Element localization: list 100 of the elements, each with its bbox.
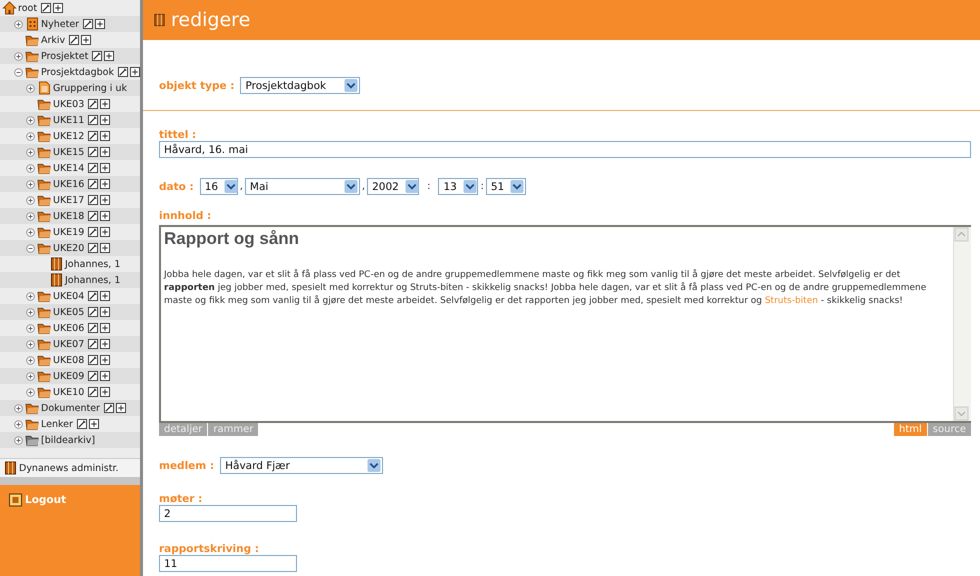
tree-item[interactable]: UKE15 (53, 146, 84, 158)
add-icon[interactable] (100, 339, 110, 349)
tree-item[interactable]: UKE03 (53, 98, 84, 110)
day-select[interactable]: 16 (200, 178, 238, 195)
edit-icon[interactable] (88, 99, 98, 109)
edit-icon[interactable] (88, 131, 98, 141)
edit-icon[interactable] (88, 227, 98, 237)
edit-icon[interactable] (76, 419, 87, 429)
collapse-icon[interactable] (26, 244, 35, 252)
expand-icon[interactable] (14, 20, 23, 28)
tree-item[interactable]: UKE17 (53, 194, 84, 206)
object-type-select[interactable]: Prosjektdagbok (240, 77, 360, 94)
tree-item[interactable]: UKE12 (53, 130, 84, 142)
hour-select[interactable]: 13 (438, 178, 478, 195)
expand-icon[interactable] (26, 292, 35, 300)
tree-item[interactable]: UKE06 (53, 322, 84, 334)
add-icon[interactable] (100, 99, 110, 109)
tree-item[interactable]: UKE08 (53, 354, 84, 366)
edit-icon[interactable] (41, 3, 52, 13)
edit-icon[interactable] (88, 291, 98, 301)
edit-icon[interactable] (88, 355, 98, 365)
year-select[interactable]: 2002 (367, 178, 420, 195)
expand-icon[interactable] (14, 420, 23, 428)
expand-icon[interactable] (26, 356, 35, 364)
add-icon[interactable] (100, 307, 110, 317)
add-icon[interactable] (100, 179, 110, 189)
add-icon[interactable] (100, 387, 110, 397)
add-icon[interactable] (104, 51, 114, 61)
tree-item[interactable]: UKE05 (53, 306, 84, 318)
tree-item[interactable]: UKE10 (53, 386, 84, 398)
expand-icon[interactable] (26, 388, 35, 396)
expand-icon[interactable] (26, 84, 35, 92)
add-icon[interactable] (88, 419, 99, 429)
edit-icon[interactable] (104, 403, 114, 413)
add-icon[interactable] (100, 115, 110, 125)
tree-item[interactable]: UKE04 (53, 290, 84, 302)
expand-icon[interactable] (26, 180, 35, 188)
add-icon[interactable] (81, 35, 92, 45)
add-icon[interactable] (130, 67, 140, 77)
edit-icon[interactable] (83, 19, 94, 29)
add-icon[interactable] (100, 323, 110, 333)
tree-item[interactable]: Nyheter (41, 18, 80, 30)
add-icon[interactable] (116, 403, 126, 413)
tree-item[interactable]: Arkiv (41, 34, 66, 46)
add-icon[interactable] (100, 131, 110, 141)
add-icon[interactable] (100, 163, 110, 173)
tree-item[interactable]: UKE20 (53, 242, 84, 254)
collapse-icon[interactable] (14, 68, 23, 76)
member-select[interactable]: Håvard Fjær (220, 457, 384, 474)
report-writing-field[interactable]: 11 (159, 555, 297, 572)
tree-item[interactable]: UKE09 (53, 370, 84, 382)
edit-icon[interactable] (88, 339, 98, 349)
add-icon[interactable] (100, 291, 110, 301)
edit-icon[interactable] (88, 115, 98, 125)
tree-item[interactable]: UKE16 (53, 178, 84, 190)
meetings-field[interactable]: 2 (159, 505, 297, 522)
edit-icon[interactable] (88, 211, 98, 221)
edit-icon[interactable] (69, 35, 80, 45)
edit-icon[interactable] (88, 371, 98, 381)
expand-icon[interactable] (26, 340, 35, 348)
expand-icon[interactable] (26, 372, 35, 380)
tree-item[interactable]: UKE18 (53, 210, 84, 222)
expand-icon[interactable] (26, 228, 35, 236)
tree-item[interactable]: UKE14 (53, 162, 84, 174)
edit-icon[interactable] (88, 307, 98, 317)
edit-icon[interactable] (88, 195, 98, 205)
expand-icon[interactable] (26, 148, 35, 156)
tree-item[interactable]: root (18, 2, 38, 14)
expand-icon[interactable] (26, 196, 35, 204)
expand-icon[interactable] (26, 116, 35, 124)
expand-icon[interactable] (14, 404, 23, 412)
expand-icon[interactable] (26, 308, 35, 316)
edit-icon[interactable] (88, 387, 98, 397)
tree-item[interactable]: Johannes, 1 (65, 258, 120, 270)
add-icon[interactable] (53, 3, 64, 13)
edit-icon[interactable] (88, 323, 98, 333)
tree-item[interactable]: Prosjektdagbok (41, 66, 114, 78)
add-icon[interactable] (100, 243, 110, 253)
edit-icon[interactable] (88, 243, 98, 253)
title-field[interactable]: Håvard, 16. mai (159, 141, 971, 158)
month-select[interactable]: Mai (244, 178, 360, 195)
expand-icon[interactable] (26, 164, 35, 172)
add-icon[interactable] (100, 211, 110, 221)
edit-icon[interactable] (118, 67, 128, 77)
edit-icon[interactable] (88, 179, 98, 189)
add-icon[interactable] (100, 195, 110, 205)
edit-icon[interactable] (88, 147, 98, 157)
add-icon[interactable] (95, 19, 106, 29)
add-icon[interactable] (100, 147, 110, 157)
expand-icon[interactable] (26, 324, 35, 332)
add-icon[interactable] (100, 355, 110, 365)
tree-item[interactable]: Lenker (41, 418, 73, 430)
tree-item[interactable]: UKE11 (53, 114, 84, 126)
minute-select[interactable]: 51 (486, 178, 526, 195)
expand-icon[interactable] (26, 212, 35, 220)
tree-item[interactable]: UKE19 (53, 226, 84, 238)
expand-icon[interactable] (14, 436, 23, 444)
edit-icon[interactable] (88, 163, 98, 173)
expand-icon[interactable] (14, 52, 23, 60)
tree-item[interactable]: UKE07 (53, 338, 84, 350)
